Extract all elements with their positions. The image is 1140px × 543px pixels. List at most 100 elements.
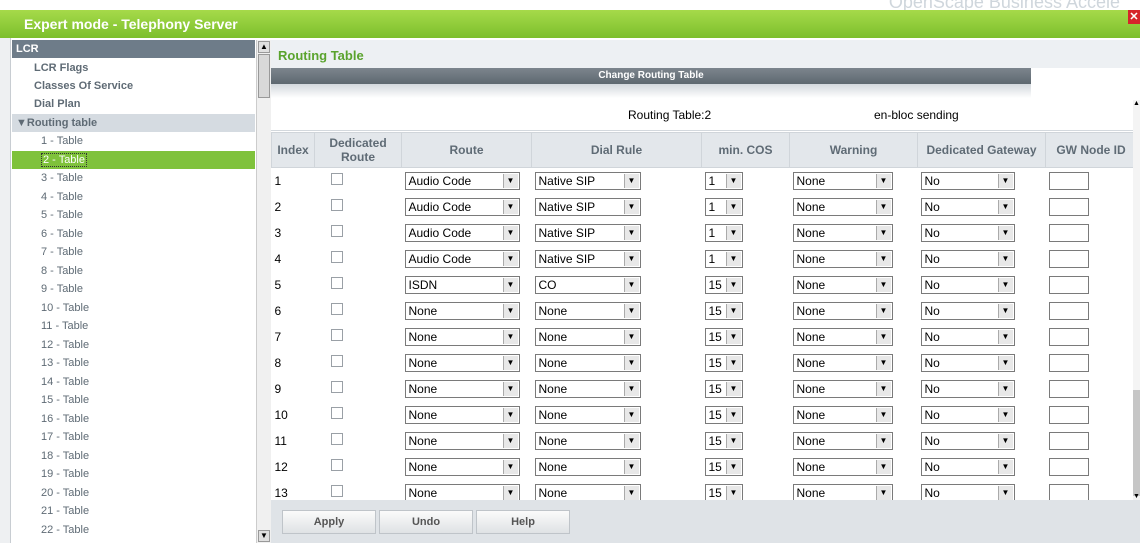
- gw-node-id-input[interactable]: [1048, 379, 1089, 398]
- sidebar-item-table[interactable]: 22 - Table: [12, 521, 255, 539]
- warning-select[interactable]: None ▼: [792, 327, 893, 346]
- min-cos-select[interactable]: 15 ▼: [704, 483, 743, 500]
- gateway-select[interactable]: No ▼: [920, 249, 1015, 268]
- scroll-thumb[interactable]: [258, 54, 270, 98]
- close-icon[interactable]: ✕: [1128, 10, 1140, 24]
- sidebar-item-table[interactable]: 8 - Table: [12, 262, 255, 280]
- scroll-thumb[interactable]: [1133, 390, 1140, 496]
- min-cos-select[interactable]: 1 ▼: [704, 249, 743, 268]
- sidebar-item-table[interactable]: 1 - Table: [12, 132, 255, 150]
- dial-rule-select[interactable]: Native SIP ▼: [534, 223, 641, 242]
- scroll-up-icon[interactable]: ▲: [1133, 100, 1140, 107]
- min-cos-select[interactable]: 15 ▼: [704, 275, 743, 294]
- dial-rule-select[interactable]: None ▼: [534, 301, 641, 320]
- min-cos-select[interactable]: 1 ▼: [704, 197, 743, 216]
- warning-select[interactable]: None ▼: [792, 249, 893, 268]
- sidebar-item-table[interactable]: 23 - Table: [12, 539, 255, 543]
- help-button[interactable]: Help: [476, 510, 570, 534]
- dial-rule-select[interactable]: None ▼: [534, 431, 641, 450]
- warning-select[interactable]: None ▼: [792, 171, 893, 190]
- scroll-up-icon[interactable]: ▲: [258, 41, 270, 53]
- route-select[interactable]: None ▼: [404, 327, 520, 346]
- warning-select[interactable]: None ▼: [792, 301, 893, 320]
- dial-rule-select[interactable]: None ▼: [534, 353, 641, 372]
- route-select[interactable]: ISDN ▼: [404, 275, 520, 294]
- dedicated-route-checkbox[interactable]: [330, 277, 343, 289]
- gateway-select[interactable]: No ▼: [920, 431, 1015, 450]
- gateway-select[interactable]: No ▼: [920, 197, 1015, 216]
- sidebar-group-routing-table[interactable]: ▼Routing table: [12, 114, 255, 132]
- dedicated-route-checkbox[interactable]: [330, 303, 343, 315]
- sidebar-item-dial-plan[interactable]: Dial Plan: [12, 95, 255, 113]
- dedicated-route-checkbox[interactable]: [330, 381, 343, 393]
- sidebar-item-table[interactable]: 11 - Table: [12, 317, 255, 335]
- warning-select[interactable]: None ▼: [792, 483, 893, 500]
- gw-node-id-input[interactable]: [1048, 275, 1089, 294]
- min-cos-select[interactable]: 1 ▼: [704, 171, 743, 190]
- sidebar-item-table[interactable]: 4 - Table: [12, 188, 255, 206]
- route-select[interactable]: None ▼: [404, 301, 520, 320]
- dedicated-route-checkbox[interactable]: [330, 173, 343, 185]
- warning-select[interactable]: None ▼: [792, 223, 893, 242]
- dedicated-route-checkbox[interactable]: [330, 251, 343, 263]
- sidebar-item-table[interactable]: 2 - Table: [12, 150, 255, 169]
- gw-node-id-input[interactable]: [1048, 405, 1089, 424]
- sidebar-item-table[interactable]: 12 - Table: [12, 336, 255, 354]
- sidebar-item-table[interactable]: 16 - Table: [12, 410, 255, 428]
- dedicated-route-checkbox[interactable]: [330, 199, 343, 211]
- min-cos-select[interactable]: 15 ▼: [704, 327, 743, 346]
- apply-button[interactable]: Apply: [282, 510, 376, 534]
- warning-select[interactable]: None ▼: [792, 431, 893, 450]
- dedicated-route-checkbox[interactable]: [330, 407, 343, 419]
- gw-node-id-input[interactable]: [1048, 171, 1089, 190]
- dial-rule-select[interactable]: None ▼: [534, 379, 641, 398]
- sidebar-item-table[interactable]: 18 - Table: [12, 447, 255, 465]
- route-select[interactable]: Audio Code ▼: [404, 197, 520, 216]
- gw-node-id-input[interactable]: [1048, 301, 1089, 320]
- dedicated-route-checkbox[interactable]: [330, 355, 343, 367]
- gw-node-id-input[interactable]: [1048, 327, 1089, 346]
- sidebar-item-table[interactable]: 10 - Table: [12, 299, 255, 317]
- sidebar-item-table[interactable]: 13 - Table: [12, 354, 255, 372]
- scroll-down-icon[interactable]: ▼: [258, 530, 270, 542]
- warning-select[interactable]: None ▼: [792, 379, 893, 398]
- dial-rule-select[interactable]: None ▼: [534, 327, 641, 346]
- gw-node-id-input[interactable]: [1048, 353, 1089, 372]
- gateway-select[interactable]: No ▼: [920, 379, 1015, 398]
- route-select[interactable]: None ▼: [404, 353, 520, 372]
- dedicated-route-checkbox[interactable]: [330, 485, 343, 497]
- gw-node-id-input[interactable]: [1048, 483, 1089, 500]
- gw-node-id-input[interactable]: [1048, 197, 1089, 216]
- route-select[interactable]: None ▼: [404, 405, 520, 424]
- route-select[interactable]: None ▼: [404, 379, 520, 398]
- min-cos-select[interactable]: 15 ▼: [704, 353, 743, 372]
- sidebar-header-lcr[interactable]: LCR: [12, 40, 255, 58]
- sidebar-scrollbar[interactable]: ▲ ▼: [256, 40, 271, 543]
- sidebar-item-table[interactable]: 19 - Table: [12, 465, 255, 483]
- gateway-select[interactable]: No ▼: [920, 457, 1015, 476]
- route-select[interactable]: Audio Code ▼: [404, 249, 520, 268]
- route-select[interactable]: Audio Code ▼: [404, 223, 520, 242]
- gateway-select[interactable]: No ▼: [920, 405, 1015, 424]
- sidebar-item-table[interactable]: 14 - Table: [12, 373, 255, 391]
- gw-node-id-input[interactable]: [1048, 223, 1089, 242]
- route-select[interactable]: Audio Code ▼: [404, 171, 520, 190]
- min-cos-select[interactable]: 15 ▼: [704, 379, 743, 398]
- sidebar-item-table[interactable]: 17 - Table: [12, 428, 255, 446]
- dial-rule-select[interactable]: Native SIP ▼: [534, 249, 641, 268]
- dedicated-route-checkbox[interactable]: [330, 433, 343, 445]
- gateway-select[interactable]: No ▼: [920, 301, 1015, 320]
- warning-select[interactable]: None ▼: [792, 353, 893, 372]
- gw-node-id-input[interactable]: [1048, 249, 1089, 268]
- undo-button[interactable]: Undo: [379, 510, 473, 534]
- gw-node-id-input[interactable]: [1048, 431, 1089, 450]
- gateway-select[interactable]: No ▼: [920, 275, 1015, 294]
- min-cos-select[interactable]: 15 ▼: [704, 431, 743, 450]
- gateway-select[interactable]: No ▼: [920, 483, 1015, 500]
- warning-select[interactable]: None ▼: [792, 457, 893, 476]
- min-cos-select[interactable]: 1 ▼: [704, 223, 743, 242]
- route-select[interactable]: None ▼: [404, 431, 520, 450]
- warning-select[interactable]: None ▼: [792, 275, 893, 294]
- sidebar-item-table[interactable]: 21 - Table: [12, 502, 255, 520]
- sidebar-item-table[interactable]: 9 - Table: [12, 280, 255, 298]
